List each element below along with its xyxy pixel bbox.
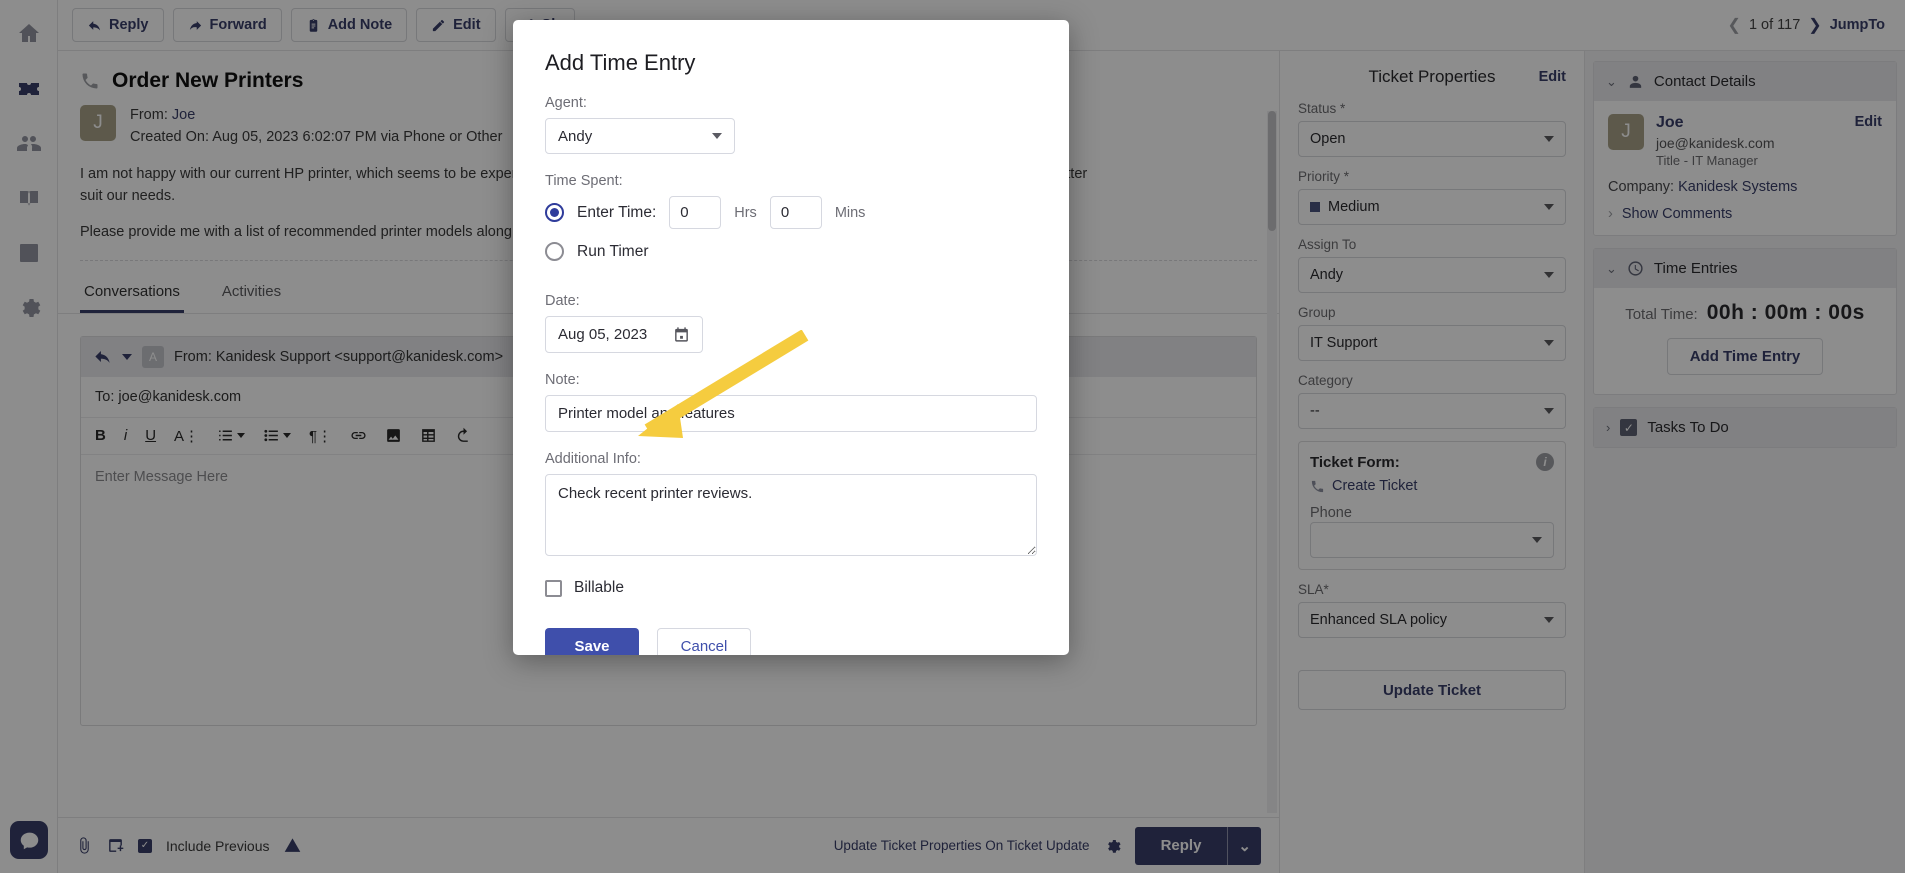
enter-time-label: Enter Time: [577,203,657,221]
agent-label: Agent: [545,95,587,111]
dialog-title: Add Time Entry [545,50,696,75]
hours-input[interactable] [669,196,722,229]
additional-info-label: Additional Info: [545,451,641,467]
enter-time-row: Enter Time: Hrs Mins [545,196,1037,229]
application-window: Reply Forward Add Note Edit Sh ❮ 1 of 11… [0,0,1905,873]
run-timer-label: Run Timer [577,242,649,260]
note-label: Note: [545,372,580,388]
enter-time-radio[interactable] [545,203,564,222]
billable-row: Billable [545,579,1037,597]
billable-label: Billable [574,579,624,596]
date-field[interactable]: Aug 05, 2023 [545,316,703,353]
agent-value: Andy [558,127,593,145]
note-input[interactable] [545,395,1037,432]
cancel-button[interactable]: Cancel [657,628,751,655]
hours-unit-label: Hrs [734,204,757,221]
agent-select[interactable]: Andy [545,118,735,154]
run-timer-row: Run Timer [545,242,1037,261]
run-timer-radio[interactable] [545,242,564,261]
minutes-input[interactable] [769,196,822,229]
save-button[interactable]: Save [545,628,639,655]
add-time-entry-dialog: Add Time Entry Agent: Andy Time Spent: E… [513,20,1069,655]
calendar-icon[interactable] [673,326,690,343]
date-value: Aug 05, 2023 [558,326,648,343]
chevron-down-icon [712,133,722,139]
minutes-unit-label: Mins [834,204,866,221]
date-label: Date: [545,293,580,309]
time-spent-label: Time Spent: [545,173,623,189]
additional-info-textarea[interactable]: Check recent printer reviews. [545,474,1037,556]
billable-checkbox[interactable] [545,579,562,597]
